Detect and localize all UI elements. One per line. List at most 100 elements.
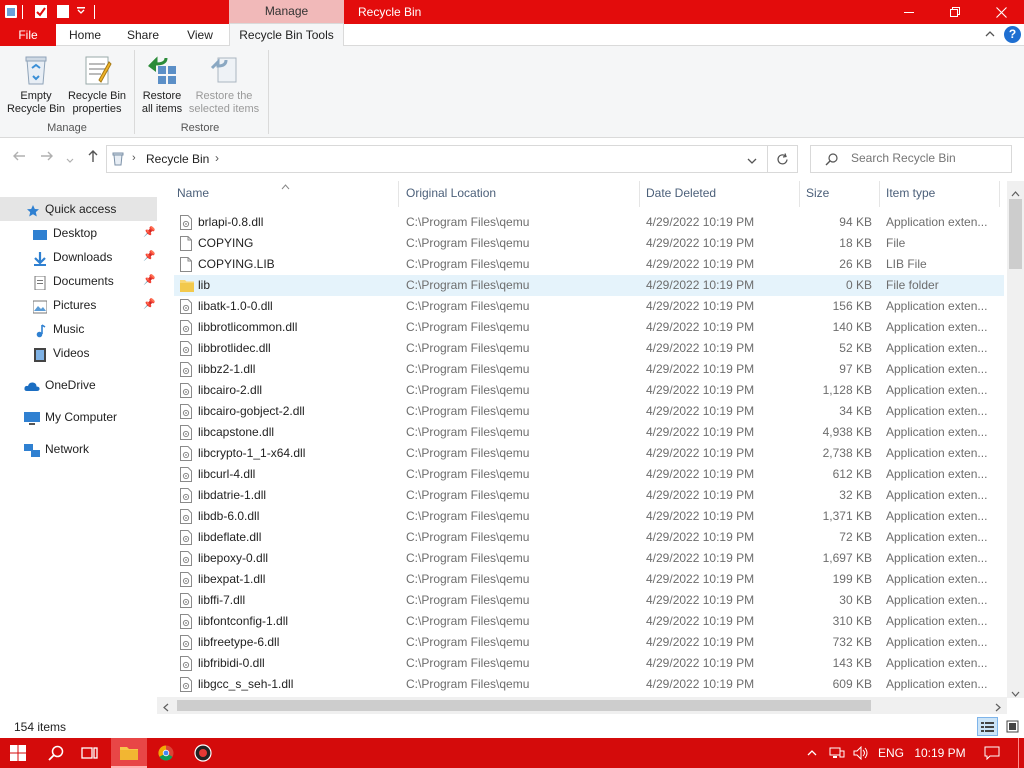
column-resize-handle[interactable]: [398, 181, 399, 207]
column-header-size[interactable]: Size: [806, 186, 829, 200]
up-arrow-icon[interactable]: [86, 149, 100, 166]
pin-icon[interactable]: 📌: [143, 293, 155, 317]
large-icons-view-button[interactable]: [1002, 717, 1022, 736]
taskbar-file-explorer[interactable]: [111, 738, 147, 768]
taskbar-search-button[interactable]: [38, 738, 74, 768]
table-row[interactable]: libexpat-1.dll C:\Program Files\qemu 4/29/…: [174, 569, 1004, 590]
column-resize-handle[interactable]: [879, 181, 880, 207]
customize-qat-chevron-icon[interactable]: [76, 6, 90, 21]
recycle-bin-properties-button[interactable]: Recycle Bin properties: [66, 50, 128, 116]
tray-volume-button[interactable]: [850, 738, 872, 768]
nav-item-my-computer[interactable]: My Computer: [0, 405, 157, 429]
address-bar[interactable]: › Recycle Bin ›: [106, 145, 768, 173]
table-row[interactable]: libcapstone.dll C:\Program Files\qemu 4/29…: [174, 422, 1004, 443]
nav-item-network[interactable]: Network: [0, 437, 157, 461]
search-input[interactable]: [851, 151, 1001, 165]
show-desktop-button[interactable]: [1018, 738, 1024, 768]
table-row[interactable]: libepoxy-0.dll C:\Program Files\qemu 4/29/…: [174, 548, 1004, 569]
minimize-button[interactable]: [886, 0, 932, 24]
table-row[interactable]: libatk-1.0-0.dll C:\Program Files\qemu 4/2…: [174, 296, 1004, 317]
table-row[interactable]: COPYING.LIB C:\Program Files\qemu 4/29/202…: [174, 254, 1004, 275]
table-row[interactable]: libdatrie-1.dll C:\Program Files\qemu 4/29…: [174, 485, 1004, 506]
input-language[interactable]: ENG: [876, 738, 906, 768]
ribbon-collapse-chevron-icon[interactable]: [984, 28, 996, 43]
table-row[interactable]: libfreetype-6.dll C:\Program Files\qemu 4/…: [174, 632, 1004, 653]
taskbar-chrome[interactable]: [148, 738, 184, 768]
tab-view[interactable]: View: [176, 24, 224, 46]
column-header-date-deleted[interactable]: Date Deleted: [646, 186, 716, 200]
nav-item-music[interactable]: Music: [0, 317, 157, 341]
nav-item-videos[interactable]: Videos: [0, 341, 157, 365]
nav-item-desktop[interactable]: Desktop 📌: [0, 221, 157, 245]
table-row[interactable]: libcairo-gobject-2.dll C:\Program Files\q…: [174, 401, 1004, 422]
column-resize-handle[interactable]: [999, 181, 1000, 207]
search-box[interactable]: [810, 145, 1012, 173]
refresh-button[interactable]: [768, 145, 798, 173]
table-row[interactable]: libbz2-1.dll C:\Program Files\qemu 4/29/20…: [174, 359, 1004, 380]
tray-network-button[interactable]: [826, 738, 848, 768]
breadcrumb-recycle-bin[interactable]: Recycle Bin: [146, 152, 209, 166]
recent-locations-chevron-icon[interactable]: [66, 152, 74, 168]
table-row[interactable]: libffi-7.dll C:\Program Files\qemu 4/29/20…: [174, 590, 1004, 611]
breadcrumb-chevron-icon[interactable]: ›: [132, 152, 136, 164]
pin-icon[interactable]: 📌: [143, 221, 155, 245]
details-view-button[interactable]: [977, 717, 998, 736]
table-row[interactable]: brlapi-0.8.dll C:\Program Files\qemu 4/29/…: [174, 212, 1004, 233]
action-center-button[interactable]: [978, 738, 1006, 768]
properties-qat-icon[interactable]: [34, 4, 48, 19]
vertical-scrollbar[interactable]: [1007, 181, 1024, 698]
table-row[interactable]: libdeflate.dll C:\Program Files\qemu 4/29/…: [174, 527, 1004, 548]
scroll-up-arrow-icon[interactable]: [1011, 186, 1020, 200]
nav-item-pictures[interactable]: Pictures 📌: [0, 293, 157, 317]
table-row[interactable]: libbrotlidec.dll C:\Program Files\qemu 4/2…: [174, 338, 1004, 359]
restore-all-items-button[interactable]: Restore all items: [138, 50, 186, 116]
table-row[interactable]: libgcc_s_seh-1.dll C:\Program Files\qemu 4…: [174, 674, 1004, 695]
table-row[interactable]: libcrypto-1_1-x64.dll C:\Program Files\qe…: [174, 443, 1004, 464]
show-hidden-icons-button[interactable]: [800, 738, 824, 768]
back-arrow-icon[interactable]: [12, 149, 26, 166]
nav-item-onedrive[interactable]: OneDrive: [0, 373, 157, 397]
help-icon[interactable]: ?: [1004, 26, 1021, 43]
column-resize-handle[interactable]: [639, 181, 640, 207]
nav-item-quick-access[interactable]: Quick access: [0, 197, 157, 221]
close-button[interactable]: [978, 0, 1024, 24]
table-row[interactable]: libcurl-4.dll C:\Program Files\qemu 4/29/2…: [174, 464, 1004, 485]
scroll-down-arrow-icon[interactable]: [1011, 686, 1020, 700]
scroll-right-arrow-icon[interactable]: [995, 701, 1001, 715]
table-row[interactable]: libcairo-2.dll C:\Program Files\qemu 4/29/…: [174, 380, 1004, 401]
start-button[interactable]: [0, 738, 36, 768]
taskbar-record-app[interactable]: [185, 738, 221, 768]
column-resize-handle[interactable]: [799, 181, 800, 207]
restore-selected-items-button[interactable]: Restore the selected items: [186, 50, 262, 116]
tab-home[interactable]: Home: [60, 24, 110, 46]
file-size: 18 KB: [839, 236, 872, 250]
pin-icon[interactable]: 📌: [143, 245, 155, 269]
tab-recycle-bin-tools[interactable]: Recycle Bin Tools: [229, 23, 344, 47]
table-row[interactable]: lib C:\Program Files\qemu 4/29/2022 10:19 …: [174, 275, 1004, 296]
empty-recycle-bin-button[interactable]: Empty Recycle Bin: [4, 50, 68, 116]
table-row[interactable]: libfribidi-0.dll C:\Program Files\qemu 4/2…: [174, 653, 1004, 674]
table-row[interactable]: libdb-6.0.dll C:\Program Files\qemu 4/29/2…: [174, 506, 1004, 527]
column-header-original-location[interactable]: Original Location: [406, 186, 496, 200]
scroll-left-arrow-icon[interactable]: [163, 701, 169, 715]
column-header-item-type[interactable]: Item type: [886, 186, 935, 200]
address-dropdown-chevron-icon[interactable]: [747, 154, 757, 168]
tab-file[interactable]: File: [0, 24, 56, 46]
vertical-scroll-thumb[interactable]: [1009, 199, 1022, 269]
forward-arrow-icon[interactable]: [40, 149, 54, 166]
task-view-button[interactable]: [72, 738, 108, 768]
horizontal-scroll-thumb[interactable]: [177, 700, 871, 711]
table-row[interactable]: libbrotlicommon.dll C:\Program Files\qemu…: [174, 317, 1004, 338]
table-row[interactable]: COPYING C:\Program Files\qemu 4/29/2022 10…: [174, 233, 1004, 254]
tab-share[interactable]: Share: [118, 24, 168, 46]
nav-item-documents[interactable]: Documents 📌: [0, 269, 157, 293]
column-header-name[interactable]: Name: [177, 186, 209, 200]
horizontal-scrollbar[interactable]: [157, 697, 1007, 714]
breadcrumb-chevron-icon[interactable]: ›: [215, 151, 219, 165]
nav-item-downloads[interactable]: Downloads 📌: [0, 245, 157, 269]
table-row[interactable]: libfontconfig-1.dll C:\Program Files\qemu…: [174, 611, 1004, 632]
restore-button[interactable]: [932, 0, 978, 24]
new-folder-qat-icon[interactable]: [56, 4, 70, 19]
pin-icon[interactable]: 📌: [143, 269, 155, 293]
clock[interactable]: 10:19 PM: [910, 738, 970, 768]
